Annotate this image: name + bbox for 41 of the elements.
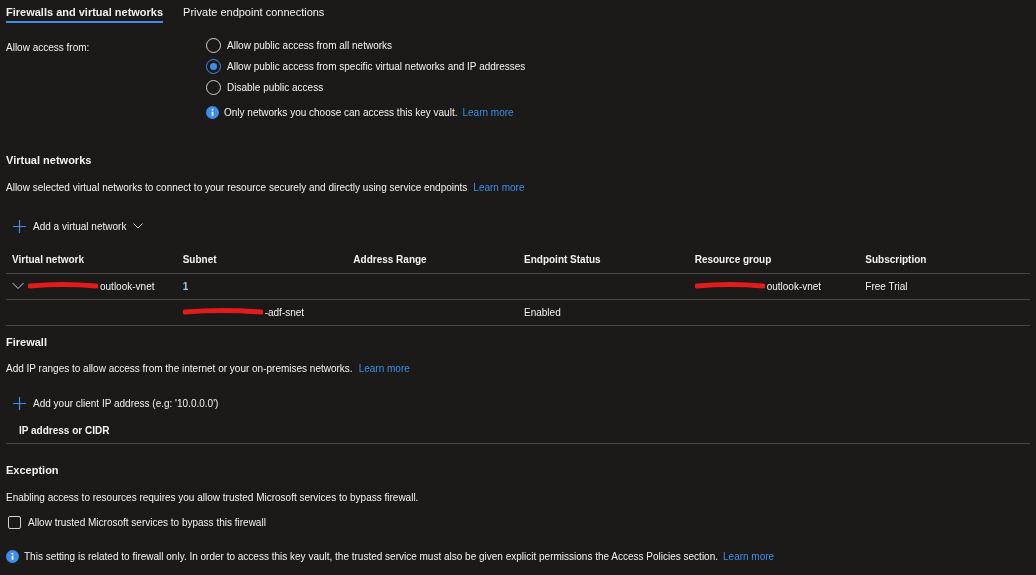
column-header: Virtual network xyxy=(6,245,177,274)
add-virtual-network-button[interactable]: Add a virtual network xyxy=(13,218,144,234)
section-title: Exception xyxy=(6,463,60,478)
section-description: Allow selected virtual networks to connect to your resource securely and directly using service endpoints xyxy=(6,180,468,195)
radio-label: Allow public access from specific virtual networks and IP addresses xyxy=(227,60,526,74)
table-cell-text: -adf-snet xyxy=(264,305,305,320)
chevron-down-icon[interactable] xyxy=(12,280,24,292)
learn-more-link[interactable]: Learn more xyxy=(723,548,775,564)
table-cell-text: Enabled xyxy=(524,305,561,320)
table-cell-text: 1 xyxy=(182,279,189,294)
column-header: IP address or CIDR xyxy=(19,423,110,438)
learn-more-link[interactable]: Learn more xyxy=(473,179,525,195)
learn-more-link[interactable]: Learn more xyxy=(358,361,410,376)
column-header: Endpoint Status xyxy=(518,245,689,274)
column-header: Resource group xyxy=(688,245,860,274)
info-text: Only networks you choose can access this key vault. xyxy=(224,106,458,120)
column-header: Subscription xyxy=(859,245,1030,274)
table-cell-text: outlook-vnet xyxy=(766,279,822,294)
table-cell-text: outlook-vnet xyxy=(100,279,155,294)
radio-label: Allow public access from all networks xyxy=(227,39,393,53)
plus-icon xyxy=(13,219,26,233)
field-label: Allow access from: xyxy=(6,41,91,55)
tab[interactable]: Private endpoint connections xyxy=(183,4,325,23)
radio-label: Disable public access xyxy=(227,81,324,95)
section-description: Add IP ranges to allow access from the internet or your on-premises networks. xyxy=(6,362,353,376)
tab[interactable]: Firewalls and virtual networks xyxy=(6,4,164,23)
info-icon xyxy=(6,549,19,563)
info-icon xyxy=(206,106,219,119)
column-header: Address Range xyxy=(347,245,518,274)
plus-icon xyxy=(13,397,26,410)
section-title: Virtual networks xyxy=(6,153,93,168)
info-text: This setting is related to firewall only. In order to access this key vault, the trusted service must also be given explicit permissions the Access Policies section. xyxy=(24,549,718,564)
chevron-down-icon xyxy=(133,223,144,229)
learn-more-link[interactable]: Learn more xyxy=(462,105,514,120)
checkbox[interactable] xyxy=(8,515,21,529)
checkbox-label: Allow trusted Microsoft services to bypass this firewall xyxy=(28,515,266,530)
add-client-ip-button[interactable]: Add your client IP address (e.g: '10.0.0.0') xyxy=(13,396,219,411)
section-description: Enabling access to resources requires you allow trusted Microsoft services to bypass firewall. xyxy=(6,490,420,505)
section-title: Firewall xyxy=(6,334,48,350)
column-header: Subnet xyxy=(176,245,348,274)
table-cell-text: Free Trial xyxy=(865,279,908,294)
